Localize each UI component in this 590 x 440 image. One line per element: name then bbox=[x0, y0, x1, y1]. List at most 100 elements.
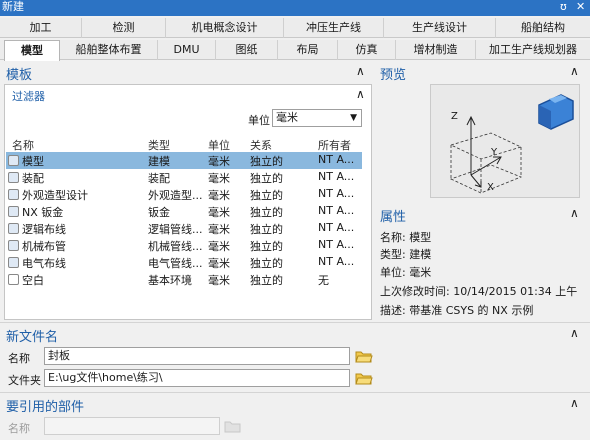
filter-collapse-icon[interactable]: ∧ bbox=[356, 87, 365, 101]
tab-simulation[interactable]: 仿真 bbox=[338, 40, 396, 60]
folder-open-icon[interactable] bbox=[224, 419, 242, 433]
table-row[interactable]: 空白 基本环境 毫米 独立的 无 bbox=[6, 271, 362, 288]
csys-preview-icon bbox=[449, 94, 574, 194]
preview-collapse-icon[interactable]: ∧ bbox=[570, 64, 579, 78]
col-type[interactable]: 类型 bbox=[148, 137, 170, 153]
tab-layout[interactable]: 布局 bbox=[278, 40, 338, 60]
row-type: 建模 bbox=[148, 155, 170, 168]
window-title: 新建 bbox=[2, 0, 24, 13]
tab-line-planner[interactable]: 加工生产线规划器 bbox=[476, 40, 590, 60]
property-name: 名称: 模型 bbox=[380, 231, 432, 244]
tab-line-design[interactable]: 生产线设计 bbox=[384, 18, 496, 38]
row-type: 外观造型... bbox=[148, 189, 203, 202]
row-name: 机械布管 bbox=[22, 240, 66, 253]
tab-additive[interactable]: 增材制造 bbox=[396, 40, 476, 60]
shape-studio-icon bbox=[8, 189, 19, 200]
row-type: 电气管线... bbox=[148, 257, 203, 270]
blank-icon bbox=[8, 274, 19, 285]
referenced-part-collapse-icon[interactable]: ∧ bbox=[570, 396, 579, 410]
table-row[interactable]: NX 钣金 钣金 毫米 独立的 NT A... bbox=[6, 203, 362, 220]
folder-input[interactable]: E:\ug文件\home\练习\ bbox=[44, 369, 350, 387]
section-divider bbox=[0, 322, 590, 323]
template-collapse-icon[interactable]: ∧ bbox=[356, 64, 365, 78]
row-relation: 独立的 bbox=[250, 206, 283, 219]
tab-row-2: 模型 船舶整体布置 DMU 图纸 布局 仿真 增材制造 加工生产线规划器 bbox=[0, 40, 590, 61]
tab-drawing[interactable]: 图纸 bbox=[216, 40, 278, 60]
tab-press-line[interactable]: 冲压生产线 bbox=[284, 18, 384, 38]
row-owner: NT A... bbox=[318, 170, 355, 183]
sheet-metal-icon bbox=[8, 206, 19, 217]
help-icon[interactable]: ʊ bbox=[560, 0, 567, 14]
row-unit: 毫米 bbox=[208, 206, 230, 219]
unit-label: 单位 bbox=[248, 114, 270, 127]
logical-routing-icon bbox=[8, 223, 19, 234]
properties-title: 属性 bbox=[380, 210, 407, 225]
col-relation[interactable]: 关系 bbox=[250, 137, 272, 153]
ref-name-input[interactable] bbox=[44, 417, 220, 435]
row-type: 基本环境 bbox=[148, 274, 192, 287]
folder-open-icon[interactable] bbox=[355, 349, 373, 363]
table-row[interactable]: 外观造型设计 外观造型... 毫米 独立的 NT A... bbox=[6, 186, 362, 203]
properties-collapse-icon[interactable]: ∧ bbox=[570, 206, 579, 220]
row-owner: NT A... bbox=[318, 153, 355, 166]
tab-row-1: 加工 检测 机电概念设计 冲压生产线 生产线设计 船舶结构 bbox=[0, 18, 590, 38]
table-row[interactable]: 电气布线 电气管线... 毫米 独立的 NT A... bbox=[6, 254, 362, 271]
property-type: 类型: 建模 bbox=[380, 248, 432, 261]
title-bar: 新建 ʊ ✕ bbox=[0, 0, 590, 16]
close-icon[interactable]: ✕ bbox=[576, 0, 585, 14]
model-icon bbox=[8, 155, 19, 166]
referenced-part-title: 要引用的部件 bbox=[6, 400, 85, 415]
unit-select-value: 毫米 bbox=[276, 111, 298, 124]
tab-machining[interactable]: 加工 bbox=[0, 18, 82, 38]
folder-open-icon[interactable] bbox=[355, 371, 373, 385]
col-name[interactable]: 名称 bbox=[12, 137, 34, 153]
row-owner: NT A... bbox=[318, 255, 355, 268]
tab-ship-layout[interactable]: 船舶整体布置 bbox=[60, 40, 158, 60]
tab-ship-structure[interactable]: 船舶结构 bbox=[496, 18, 590, 38]
table-row[interactable]: 机械布管 机械管线... 毫米 独立的 NT A... bbox=[6, 237, 362, 254]
row-relation: 独立的 bbox=[250, 240, 283, 253]
tab-inspection[interactable]: 检测 bbox=[82, 18, 166, 38]
name-input[interactable]: 封板 bbox=[44, 347, 350, 365]
tab-dmu[interactable]: DMU bbox=[158, 40, 216, 60]
tab-mechatronics[interactable]: 机电概念设计 bbox=[166, 18, 284, 38]
row-unit: 毫米 bbox=[208, 257, 230, 270]
row-relation: 独立的 bbox=[250, 155, 283, 168]
preview-title: 预览 bbox=[380, 68, 407, 83]
row-owner: NT A... bbox=[318, 221, 355, 234]
electrical-routing-icon bbox=[8, 257, 19, 268]
axis-x-label: X bbox=[487, 182, 494, 193]
unit-select[interactable]: 毫米 ▼ bbox=[272, 109, 362, 127]
name-label: 名称 bbox=[8, 352, 30, 365]
row-type: 逻辑管线... bbox=[148, 223, 203, 236]
template-section-title: 模板 bbox=[6, 68, 33, 83]
folder-label: 文件夹 bbox=[8, 374, 41, 387]
row-unit: 毫米 bbox=[208, 155, 230, 168]
row-unit: 毫米 bbox=[208, 240, 230, 253]
row-name: 模型 bbox=[22, 155, 44, 168]
row-unit: 毫米 bbox=[208, 274, 230, 287]
section-divider bbox=[0, 392, 590, 393]
mechanical-routing-icon bbox=[8, 240, 19, 251]
row-name: 电气布线 bbox=[22, 257, 66, 270]
table-row[interactable]: 装配 装配 毫米 独立的 NT A... bbox=[6, 169, 362, 186]
table-row[interactable]: 模型 建模 毫米 独立的 NT A... bbox=[6, 152, 362, 169]
row-owner: 无 bbox=[318, 274, 329, 287]
col-unit[interactable]: 单位 bbox=[208, 137, 230, 153]
preview-image: Z Y X bbox=[430, 84, 580, 198]
row-unit: 毫米 bbox=[208, 172, 230, 185]
row-relation: 独立的 bbox=[250, 274, 283, 287]
row-name: 外观造型设计 bbox=[22, 189, 88, 202]
axis-z-label: Z bbox=[451, 111, 458, 122]
tab-model[interactable]: 模型 bbox=[4, 40, 60, 61]
row-name: 空白 bbox=[22, 274, 44, 287]
table-row[interactable]: 逻辑布线 逻辑管线... 毫米 独立的 NT A... bbox=[6, 220, 362, 237]
row-unit: 毫米 bbox=[208, 189, 230, 202]
property-unit: 单位: 毫米 bbox=[380, 266, 432, 279]
row-owner: NT A... bbox=[318, 238, 355, 251]
new-file-collapse-icon[interactable]: ∧ bbox=[570, 326, 579, 340]
row-relation: 独立的 bbox=[250, 257, 283, 270]
row-type: 装配 bbox=[148, 172, 170, 185]
row-relation: 独立的 bbox=[250, 223, 283, 236]
col-owner[interactable]: 所有者 bbox=[318, 137, 351, 153]
